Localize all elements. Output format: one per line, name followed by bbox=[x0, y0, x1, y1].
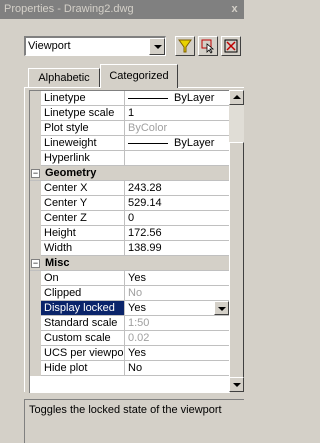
lineweight-sample bbox=[128, 142, 168, 144]
category-label: Misc bbox=[45, 257, 70, 269]
property-row-linetype-scale[interactable]: Linetype scale 1 bbox=[30, 106, 230, 121]
property-value: No bbox=[128, 362, 143, 374]
toggle-pickadd-button[interactable] bbox=[221, 36, 241, 56]
select-objects-icon bbox=[201, 39, 215, 54]
object-type-value: Viewport bbox=[28, 40, 71, 52]
property-value: 529.14 bbox=[128, 197, 162, 209]
property-tabs: Alphabetic Categorized bbox=[24, 64, 244, 88]
property-name: Lineweight bbox=[41, 136, 125, 150]
property-name: Display locked bbox=[41, 301, 125, 315]
object-type-dropdown[interactable]: Viewport bbox=[24, 36, 166, 56]
close-icon[interactable]: x bbox=[227, 2, 242, 16]
quick-select-icon bbox=[178, 39, 192, 53]
vertical-scrollbar[interactable] bbox=[229, 90, 244, 392]
property-value: Yes bbox=[128, 347, 146, 359]
property-row-center-x[interactable]: Center X 243.28 bbox=[30, 181, 230, 196]
property-row-standard-scale[interactable]: Standard scale 1:50 bbox=[30, 316, 230, 331]
property-name: Clipped bbox=[41, 286, 125, 300]
property-name: Hyperlink bbox=[41, 151, 125, 165]
property-value: 0 bbox=[128, 212, 135, 224]
property-name: On bbox=[41, 271, 125, 285]
property-name: Plot style bbox=[41, 121, 125, 135]
property-value: 0.02 bbox=[128, 332, 150, 344]
property-name: Standard scale bbox=[41, 316, 125, 330]
property-row-height[interactable]: Height 172.56 bbox=[30, 226, 230, 241]
property-row-custom-scale[interactable]: Custom scale 0.02 bbox=[30, 331, 230, 346]
arrow-down-icon bbox=[233, 383, 241, 387]
quick-select-button[interactable] bbox=[175, 36, 195, 56]
property-grid: Linetype ByLayer Linetype scale 1 Plot s… bbox=[29, 90, 230, 393]
property-name: UCS per viewport bbox=[41, 346, 125, 360]
property-name: Hide plot bbox=[41, 361, 125, 375]
property-name: Center X bbox=[41, 181, 125, 195]
description-text: Toggles the locked state of the viewport bbox=[29, 404, 222, 416]
property-name: Linetype scale bbox=[41, 106, 125, 120]
property-name: Height bbox=[41, 226, 125, 240]
description-pane: Toggles the locked state of the viewport bbox=[24, 399, 244, 443]
property-value bbox=[125, 151, 230, 165]
select-objects-button[interactable] bbox=[198, 36, 218, 56]
property-value: No bbox=[128, 287, 143, 299]
property-value: 172.56 bbox=[128, 227, 162, 239]
tab-categorized[interactable]: Categorized bbox=[100, 64, 178, 88]
chevron-down-icon[interactable] bbox=[214, 301, 229, 315]
property-row-linetype[interactable]: Linetype ByLayer bbox=[30, 91, 230, 106]
property-row-plot-style[interactable]: Plot style ByColor bbox=[30, 121, 230, 136]
property-row-ucs-per-viewport[interactable]: UCS per viewport Yes bbox=[30, 346, 230, 361]
property-name: Center Y bbox=[41, 196, 125, 210]
toggle-pickadd-icon bbox=[224, 39, 238, 53]
linetype-sample bbox=[128, 97, 168, 99]
property-row-lineweight[interactable]: Lineweight ByLayer bbox=[30, 136, 230, 151]
property-value: 243.28 bbox=[128, 182, 162, 194]
property-value: ByLayer bbox=[125, 136, 230, 150]
property-value: Yes bbox=[128, 272, 146, 284]
scroll-up-button[interactable] bbox=[229, 90, 244, 105]
collapse-icon[interactable]: − bbox=[31, 169, 40, 178]
chevron-down-icon[interactable] bbox=[149, 38, 165, 55]
property-row-hide-plot[interactable]: Hide plot No bbox=[30, 361, 230, 376]
arrow-up-icon bbox=[233, 95, 241, 99]
property-row-width[interactable]: Width 138.99 bbox=[30, 241, 230, 256]
category-misc[interactable]: − Misc bbox=[30, 256, 230, 271]
scroll-down-button[interactable] bbox=[229, 377, 244, 392]
property-name: Width bbox=[41, 241, 125, 255]
category-label: Geometry bbox=[45, 167, 97, 179]
property-name: Linetype bbox=[41, 91, 125, 105]
tab-alphabetic[interactable]: Alphabetic bbox=[28, 68, 100, 88]
property-name: Center Z bbox=[41, 211, 125, 225]
property-value: ByLayer bbox=[125, 91, 230, 105]
window-title: Properties - Drawing2.dwg bbox=[4, 3, 134, 15]
property-value: 1 bbox=[128, 107, 135, 119]
scroll-thumb[interactable] bbox=[229, 142, 244, 378]
property-row-clipped[interactable]: Clipped No bbox=[30, 286, 230, 301]
property-value: ByColor bbox=[128, 122, 168, 134]
property-value: 138.99 bbox=[128, 242, 162, 254]
category-geometry[interactable]: − Geometry bbox=[30, 166, 230, 181]
property-row-center-y[interactable]: Center Y 529.14 bbox=[30, 196, 230, 211]
title-bar: Properties - Drawing2.dwg x bbox=[0, 0, 244, 19]
property-row-on[interactable]: On Yes bbox=[30, 271, 230, 286]
property-row-hyperlink[interactable]: Hyperlink bbox=[30, 151, 230, 166]
property-row-display-locked[interactable]: Display locked Yes bbox=[30, 301, 230, 316]
collapse-icon[interactable]: − bbox=[31, 259, 40, 268]
property-value: 1:50 bbox=[128, 317, 150, 329]
property-name: Custom scale bbox=[41, 331, 125, 345]
property-row-center-z[interactable]: Center Z 0 bbox=[30, 211, 230, 226]
